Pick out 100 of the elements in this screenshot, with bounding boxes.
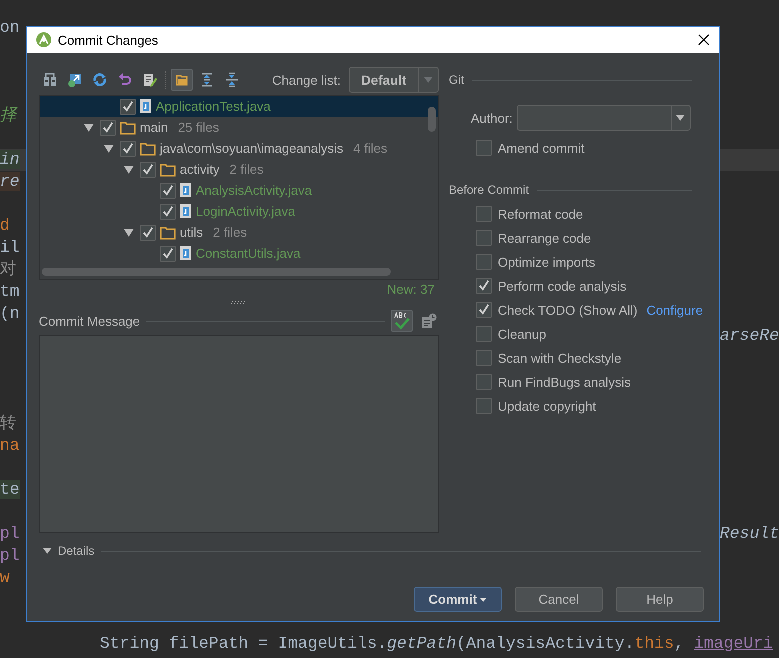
checkbox-label[interactable]: Cleanup xyxy=(498,326,546,342)
abc-check-icon xyxy=(393,312,411,330)
checkbox[interactable] xyxy=(476,374,492,390)
checkbox-label[interactable]: Perform code analysis xyxy=(498,278,627,294)
file-name: main xyxy=(140,120,168,135)
section-title: Git xyxy=(449,73,464,87)
file-name: java\com\soyuan\imageanalysis xyxy=(160,141,344,156)
dialog-button[interactable]: Help xyxy=(616,587,704,612)
checkbox-label[interactable]: Check TODO (Show All) xyxy=(498,302,638,318)
code-text: tm xyxy=(0,281,20,303)
checkbox-label[interactable]: Rearrange code xyxy=(498,230,592,246)
folder-icon xyxy=(140,142,156,156)
expand-arrow-icon[interactable] xyxy=(102,144,116,154)
tree-row[interactable]: AnalysisActivity.java xyxy=(40,180,438,201)
tree-row[interactable]: ConstantUtils.java xyxy=(40,243,438,264)
code-text: 择 xyxy=(0,105,17,127)
android-studio-icon xyxy=(36,32,52,48)
checkbox-label[interactable]: Update copyright xyxy=(498,398,596,414)
spell-check-button[interactable] xyxy=(391,310,413,332)
checkbox[interactable] xyxy=(160,182,176,198)
checkbox[interactable] xyxy=(476,326,492,342)
checkbox-label[interactable]: Optimize imports xyxy=(498,254,596,270)
file-name: ApplicationTest.java xyxy=(156,99,271,114)
file-name: ConstantUtils.java xyxy=(196,246,301,261)
scrollbar-thumb[interactable] xyxy=(42,268,391,276)
file-name: LoginActivity.java xyxy=(196,204,296,219)
caret-icon xyxy=(480,598,488,602)
change-list-dropdown[interactable]: Default xyxy=(349,67,439,93)
history-icon xyxy=(421,313,437,329)
check-icon xyxy=(162,248,174,260)
dialog-button[interactable]: Commit xyxy=(414,587,502,612)
checkbox[interactable] xyxy=(476,350,492,366)
check-icon xyxy=(122,100,134,112)
code-text: pl xyxy=(0,545,20,567)
check-icon xyxy=(102,122,114,134)
checkbox[interactable] xyxy=(476,230,492,246)
checkbox-label[interactable]: Scan with Checkstyle xyxy=(498,350,622,366)
code-text: te xyxy=(0,479,20,501)
tree-row[interactable]: main 25 files xyxy=(40,117,438,138)
tree-row[interactable]: ApplicationTest.java xyxy=(40,96,438,117)
folder-icon xyxy=(160,162,176,176)
tree-row[interactable]: LoginActivity.java xyxy=(40,201,438,222)
checkbox-label[interactable]: Reformat code xyxy=(498,206,584,222)
code-text: String filePath = ImageUtils.getPath(AnalysisActivity.this, imageUri xyxy=(100,633,774,655)
caret-icon xyxy=(424,77,433,83)
tree-row[interactable]: utils 2 files xyxy=(40,222,438,243)
code-text: 转 xyxy=(0,413,17,435)
details-label[interactable]: Details xyxy=(58,544,95,558)
file-count: 2 files xyxy=(213,225,248,240)
checkbox[interactable] xyxy=(140,162,156,178)
scrollbar-thumb[interactable] xyxy=(428,107,436,132)
file-count: 4 files xyxy=(354,141,388,156)
checkbox[interactable] xyxy=(476,140,492,156)
file-name: activity xyxy=(180,162,220,177)
check-icon xyxy=(478,280,490,292)
checkbox-label[interactable]: Amend commit xyxy=(498,140,585,156)
code-text: pl xyxy=(0,523,20,545)
checkbox[interactable] xyxy=(160,246,176,262)
diff-icon xyxy=(42,72,58,88)
expand-arrow-icon[interactable] xyxy=(122,228,136,238)
change-list-label: Change list: xyxy=(272,72,341,88)
checkbox[interactable] xyxy=(140,224,156,240)
expand-arrow-icon[interactable] xyxy=(122,164,136,174)
expand-arrow-icon[interactable] xyxy=(82,122,96,132)
checkbox[interactable] xyxy=(476,398,492,414)
dialog-button[interactable]: Cancel xyxy=(515,587,603,612)
author-label: Author: xyxy=(471,110,513,126)
checkbox[interactable] xyxy=(476,302,492,318)
checkbox[interactable] xyxy=(160,204,176,220)
checkbox[interactable] xyxy=(476,278,492,294)
file-name: AnalysisActivity.java xyxy=(196,183,312,198)
expand-icon xyxy=(199,72,215,88)
checkbox[interactable] xyxy=(476,206,492,222)
check-icon xyxy=(478,304,490,316)
caret-icon xyxy=(676,115,686,121)
refresh-icon xyxy=(92,72,108,88)
file-count: 2 files xyxy=(230,162,264,177)
move-icon xyxy=(67,72,83,88)
folder-icon xyxy=(160,226,176,240)
check-icon xyxy=(122,142,134,154)
collapse-icon xyxy=(224,72,240,88)
checkbox[interactable] xyxy=(120,140,136,156)
code-text: w xyxy=(0,567,10,589)
collapse-arrow-icon[interactable] xyxy=(43,548,52,554)
check-icon xyxy=(142,226,154,238)
checkbox[interactable] xyxy=(100,120,116,136)
java-file-icon xyxy=(180,246,192,261)
undo-icon xyxy=(117,72,133,88)
tree-row[interactable]: java\com\soyuan\imageanalysis 4 files xyxy=(40,138,438,159)
checkbox[interactable] xyxy=(476,254,492,270)
commit-message-field[interactable] xyxy=(39,335,439,533)
checkbox-label[interactable]: Run FindBugs analysis xyxy=(498,374,631,390)
code-text: Result xyxy=(720,523,779,545)
edit-icon xyxy=(142,72,158,88)
tree-row[interactable]: activity 2 files xyxy=(40,159,438,180)
author-field[interactable] xyxy=(516,105,691,131)
new-count: New: 37 xyxy=(387,282,435,296)
check-icon xyxy=(142,164,154,176)
configure-link[interactable]: Configure xyxy=(646,302,704,318)
checkbox[interactable] xyxy=(120,98,136,114)
